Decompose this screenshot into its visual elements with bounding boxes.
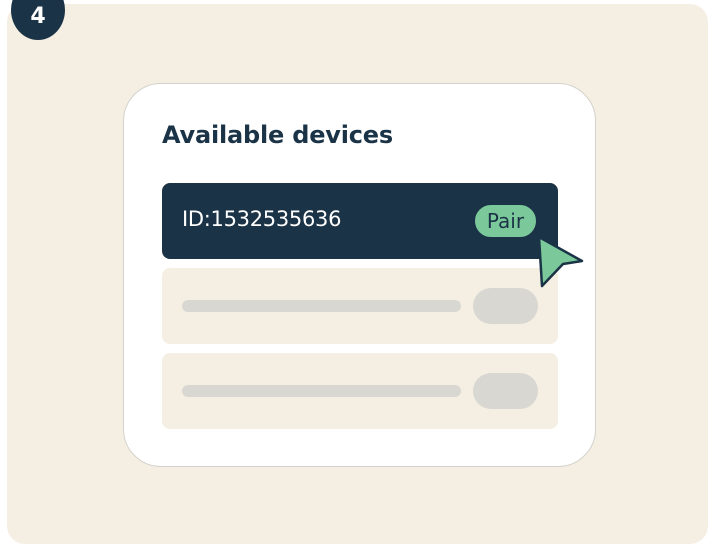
card-title: Available devices xyxy=(162,121,393,149)
placeholder-button xyxy=(473,373,538,409)
pair-button[interactable]: Pair xyxy=(473,203,538,239)
device-row-placeholder xyxy=(162,268,558,344)
device-row-selected[interactable]: ID:1532535636 Pair xyxy=(162,183,558,259)
placeholder-button xyxy=(473,288,538,324)
device-row-placeholder xyxy=(162,353,558,429)
step-number: 4 xyxy=(30,4,46,29)
placeholder-text-bar xyxy=(182,385,461,397)
mouse-pointer-icon xyxy=(537,235,584,288)
device-id: ID:1532535636 xyxy=(182,207,342,231)
placeholder-text-bar xyxy=(182,300,461,312)
step-number-badge: 4 xyxy=(11,0,65,40)
